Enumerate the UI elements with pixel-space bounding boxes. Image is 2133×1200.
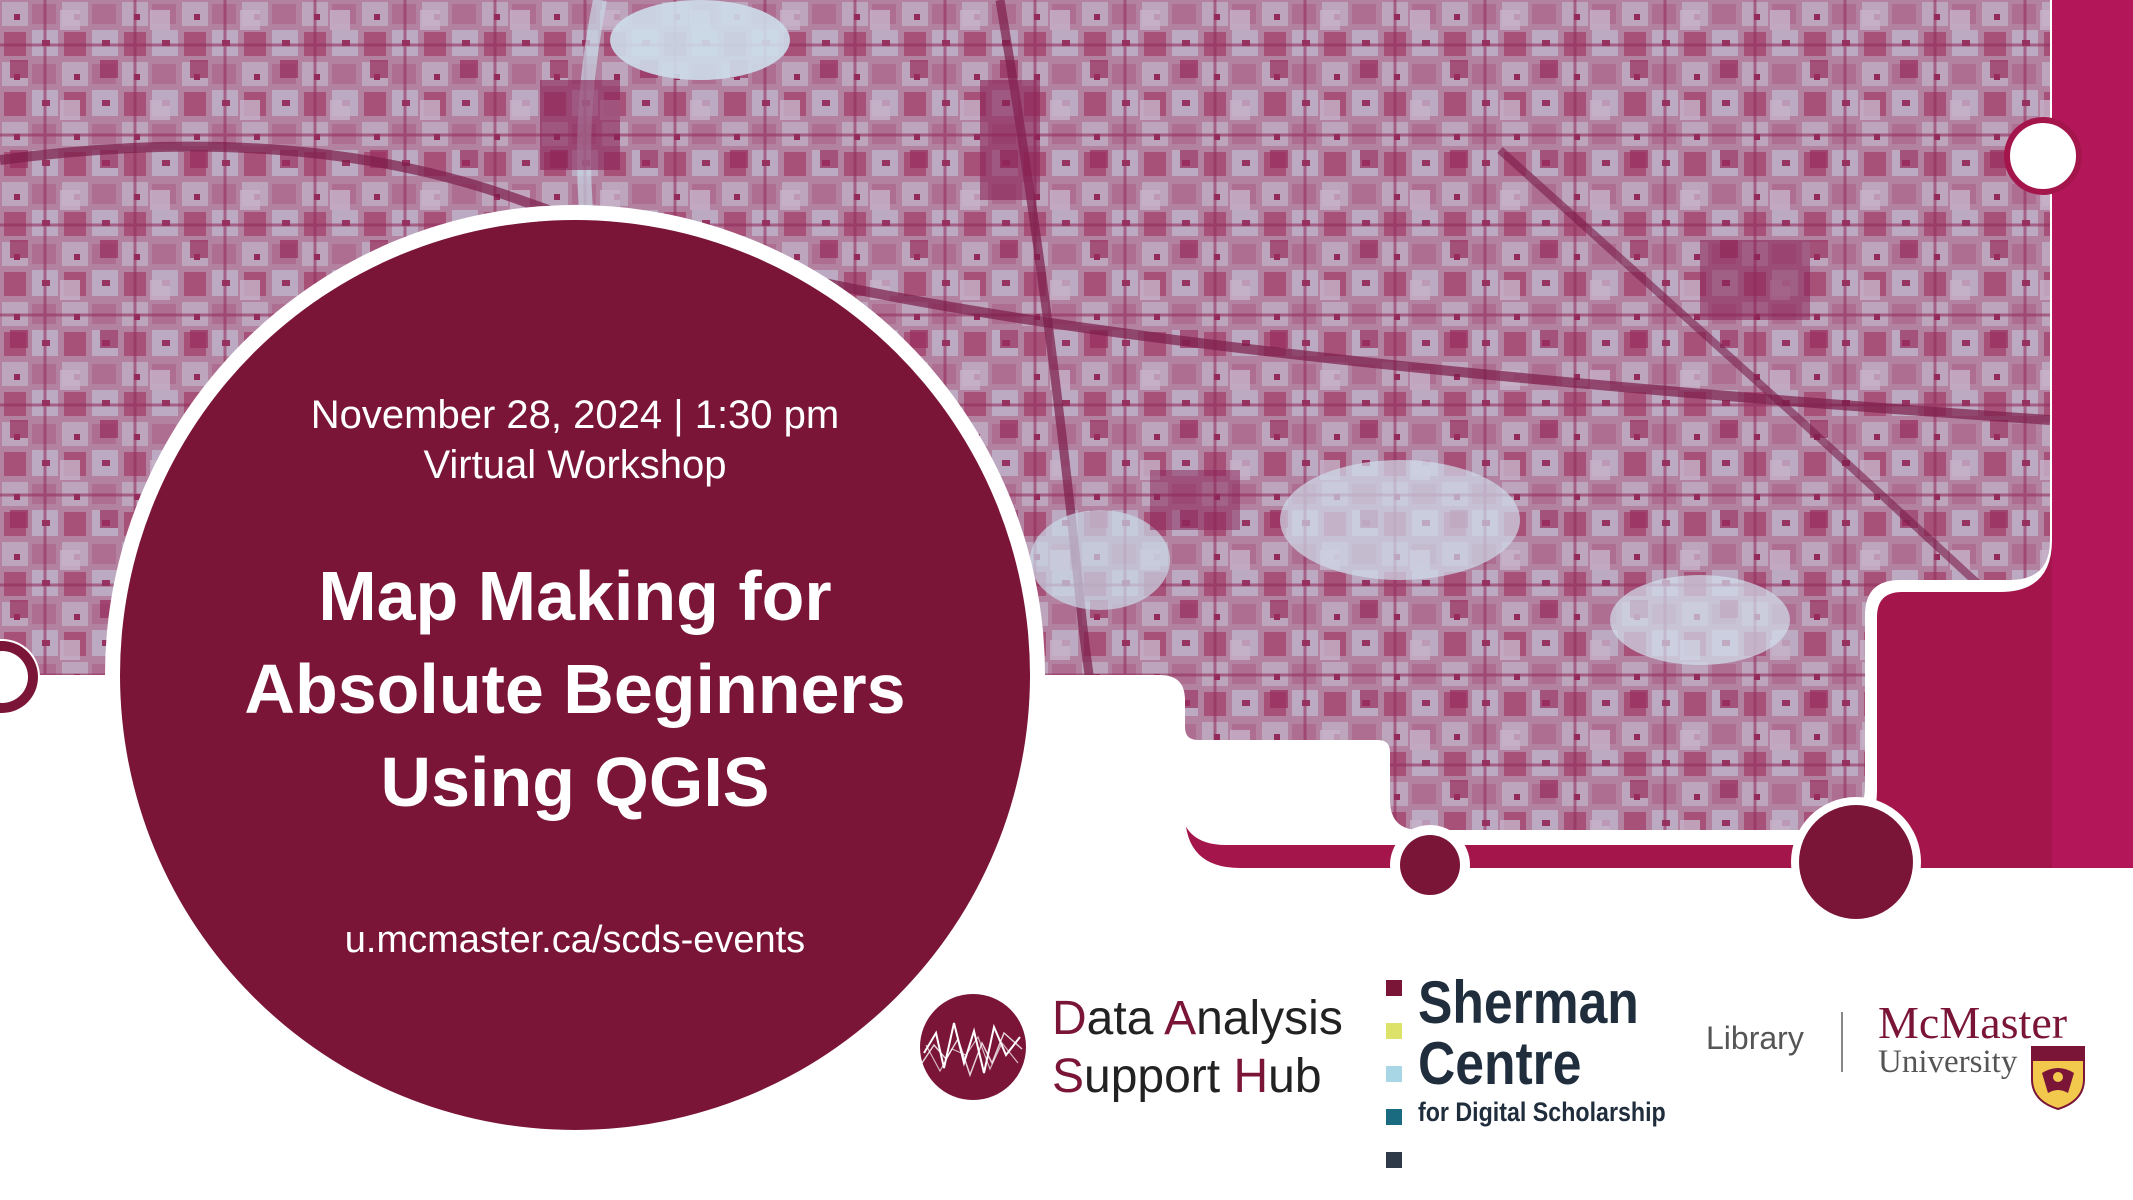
dash-line-1: Data Analysis [1052,990,1343,1048]
sherman-line-1: Sherman [1418,969,1639,1036]
event-title-line-2: Absolute Beginners [244,650,906,728]
dash-cap-d: D [1052,992,1087,1045]
dash-cap-h: H [1233,1050,1269,1103]
dash-logo-text: Data Analysis Support Hub [1052,990,1343,1106]
mcmaster-name: McMaster [1878,997,2068,1048]
library-label: Library [1706,1020,1804,1056]
dash-line-2: Support Hub [1052,1048,1343,1106]
sherman-color-bars [1386,980,1402,1195]
dash-cap-s: S [1052,1050,1085,1103]
event-title-line-3: Using QGIS [380,743,770,821]
sherman-line-3: for Digital Scholarship [1418,1097,1666,1127]
poster: November 28, 2024 | 1:30 pm Virtual Work… [0,0,2133,1200]
event-title-line-1: Map Making for [318,557,832,635]
event-url[interactable]: u.mcmaster.ca/scds-events [130,915,1020,965]
sherman-centre-logo-text: Sherman Centre for Digital Scholarship [1418,972,1666,1130]
sherman-line-2: Centre [1418,1030,1582,1097]
mcmaster-crest-icon [2031,1046,2085,1111]
sherman-bar-5 [1386,1152,1402,1168]
sherman-bar-4 [1386,1109,1402,1125]
dash-text-upport: upport [1084,1050,1234,1103]
data-analysis-wave-icon [920,994,1026,1100]
dash-text-ata: ata [1086,992,1165,1045]
event-format: Virtual Workshop [423,443,727,487]
event-title: Map Making for Absolute Beginners Using … [130,550,1020,829]
sherman-bar-1 [1386,980,1402,996]
dash-text-nalysis: nalysis [1196,992,1343,1045]
dash-cap-a: A [1164,992,1197,1045]
logo-divider [1841,1012,1843,1072]
mcmaster-university: University [1878,1044,2018,1080]
dash-text-ub: ub [1268,1050,1322,1103]
sherman-bar-2 [1386,1023,1402,1039]
sherman-bar-3 [1386,1066,1402,1082]
event-date-time: November 28, 2024 | 1:30 pm [310,393,840,437]
